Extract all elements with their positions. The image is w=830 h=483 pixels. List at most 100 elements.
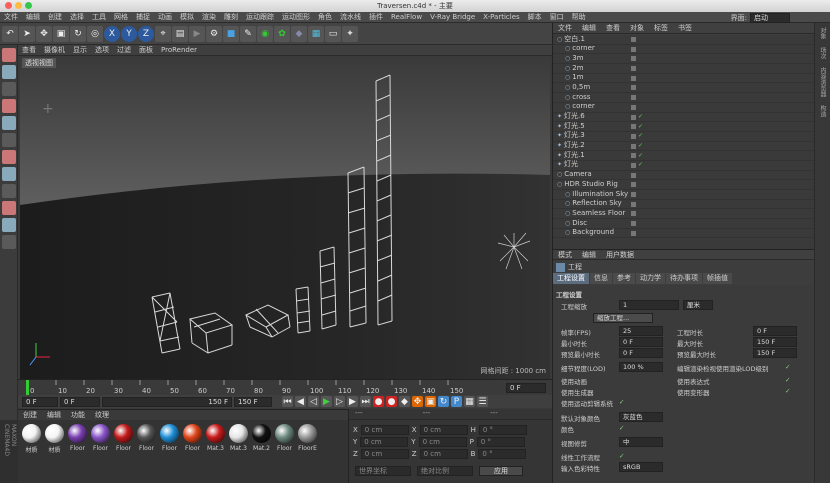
polygons-mode-icon[interactable] (2, 133, 16, 147)
material-swatch[interactable]: Floor (182, 424, 203, 479)
attr-checkbox[interactable]: ✓ (619, 398, 624, 406)
close-icon[interactable] (5, 2, 12, 9)
prev-frame-icon[interactable]: ◁ (308, 396, 319, 407)
material-swatch[interactable]: Mat.3 (228, 424, 249, 479)
subdivision-icon[interactable]: ◉ (257, 25, 273, 42)
menu-item[interactable]: 运动图形 (278, 12, 314, 23)
attribute-menu-item[interactable]: 编辑 (577, 250, 601, 260)
coord-value-field[interactable]: 0 cm (419, 425, 468, 435)
menu-item[interactable]: 运动跟踪 (242, 12, 278, 23)
playhead[interactable] (26, 380, 29, 396)
menu-item[interactable]: 网格 (110, 12, 132, 23)
tweak-mode-icon[interactable] (2, 167, 16, 181)
object-menu-item[interactable]: 书签 (673, 23, 697, 33)
visibility-toggle[interactable] (631, 201, 636, 207)
side-tab[interactable]: 内容浏览器 (815, 63, 830, 101)
preview-end-field[interactable]: 150 F (234, 396, 272, 407)
menu-item[interactable]: 编辑 (22, 12, 44, 23)
viewport-menu-item[interactable]: ProRender (157, 46, 201, 54)
object-menu-item[interactable]: 查看 (601, 23, 625, 33)
zoom-icon[interactable] (25, 2, 32, 9)
light-icon[interactable]: ✦ (342, 25, 358, 42)
attr-value-field[interactable]: sRGB (619, 462, 663, 472)
key-pos-icon[interactable]: ✥ (412, 396, 423, 407)
menu-item[interactable]: X-Particles (479, 12, 523, 23)
attribute-tab[interactable]: 工程设置 (553, 273, 589, 284)
side-tab[interactable]: 对象 (815, 23, 830, 43)
pen-icon[interactable]: ✎ (240, 25, 256, 42)
menu-item[interactable]: 角色 (314, 12, 336, 23)
attr-checkbox-2[interactable]: ✓ (785, 363, 790, 371)
play-icon[interactable]: ▶ (321, 396, 332, 407)
material-swatch[interactable]: 材质 (21, 424, 42, 479)
enabled-check[interactable]: ✓ (638, 131, 643, 141)
menu-item[interactable]: 工具 (88, 12, 110, 23)
menu-item[interactable]: 创建 (44, 12, 66, 23)
visibility-toggle[interactable] (631, 182, 636, 188)
menu-item[interactable]: 选择 (66, 12, 88, 23)
attribute-tab[interactable]: 参考 (613, 273, 635, 284)
current-frame-field[interactable]: 0 F (506, 383, 546, 393)
material-swatch[interactable]: Mat.2 (251, 424, 272, 479)
material-swatch[interactable]: Floor (159, 424, 180, 479)
visibility-toggle[interactable] (631, 153, 636, 159)
keyframe-icon[interactable]: ◆ (399, 396, 410, 407)
attribute-menu-item[interactable]: 模式 (553, 250, 577, 260)
scale-project-button[interactable]: 缩放工程... (593, 313, 653, 323)
move-icon[interactable]: ✥ (36, 25, 52, 42)
side-tab[interactable]: 场次 (815, 43, 830, 63)
material-menu-item[interactable]: 编辑 (42, 410, 66, 420)
visibility-toggle[interactable] (631, 95, 636, 101)
attr-value-field-2[interactable]: 150 F (753, 337, 797, 347)
grid-icon[interactable] (2, 235, 16, 249)
visibility-toggle[interactable] (631, 162, 636, 168)
z-axis-icon[interactable]: Z (138, 25, 154, 42)
attr-checkbox-2[interactable]: ✓ (785, 376, 790, 384)
key-param-icon[interactable]: P (451, 396, 462, 407)
key-scale-icon[interactable]: ▣ (425, 396, 436, 407)
record-icon[interactable]: ● (373, 396, 384, 407)
prev-key-icon[interactable]: ◀ (295, 396, 306, 407)
attr-value-field[interactable]: 0 F (619, 337, 663, 347)
attribute-tab[interactable]: 动力学 (636, 273, 665, 284)
recent-icon[interactable]: ◎ (87, 25, 103, 42)
material-menu-item[interactable]: 创建 (18, 410, 42, 420)
material-swatch[interactable]: Floor (90, 424, 111, 479)
visibility-toggle[interactable] (631, 124, 636, 130)
object-row[interactable]: ○ Background (553, 228, 815, 239)
visibility-toggle[interactable] (631, 56, 636, 62)
attribute-menu-item[interactable]: 用户数据 (601, 250, 639, 260)
visibility-toggle[interactable] (631, 143, 636, 149)
points-mode-icon[interactable] (2, 99, 16, 113)
visibility-toggle[interactable] (631, 66, 636, 72)
enabled-check[interactable]: ✓ (638, 141, 643, 151)
attr-value-field[interactable]: 100 % (619, 362, 663, 372)
menu-item[interactable]: 动画 (154, 12, 176, 23)
timeline-icon[interactable]: ☰ (477, 396, 488, 407)
timeline[interactable]: 0 10 20 30 40 50 60 70 80 90 100 110 120 130 140 150 0 … (18, 379, 552, 396)
attr-value-field-2[interactable]: 150 F (753, 348, 797, 358)
autokey-icon[interactable]: ● (386, 396, 397, 407)
select-icon[interactable]: ➤ (19, 25, 35, 42)
edges-mode-icon[interactable] (2, 116, 16, 130)
texture-mode-icon[interactable] (2, 65, 16, 79)
coord-value-field[interactable]: 0 ° (478, 425, 527, 435)
visibility-toggle[interactable] (631, 221, 636, 227)
axis-mode-icon[interactable] (2, 150, 16, 164)
side-tab[interactable]: 构造 (815, 101, 830, 121)
menu-item[interactable]: 模拟 (176, 12, 198, 23)
render-view-icon[interactable]: ▶ (189, 25, 205, 42)
minimize-icon[interactable] (15, 2, 22, 9)
visibility-toggle[interactable] (631, 192, 636, 197)
visibility-toggle[interactable] (631, 172, 636, 178)
scale-icon[interactable]: ▣ (53, 25, 69, 42)
undo-icon[interactable]: ↶ (2, 25, 18, 42)
material-swatch[interactable]: Floor (136, 424, 157, 479)
snap-icon[interactable] (2, 184, 16, 198)
viewport-menu-item[interactable]: 显示 (69, 45, 91, 55)
visibility-toggle[interactable] (631, 133, 636, 139)
visibility-toggle[interactable] (631, 75, 636, 81)
min-frame-field[interactable]: 0 F (60, 396, 100, 407)
viewport-menu-item[interactable]: 过滤 (113, 45, 135, 55)
array-icon[interactable]: ✿ (274, 25, 290, 42)
